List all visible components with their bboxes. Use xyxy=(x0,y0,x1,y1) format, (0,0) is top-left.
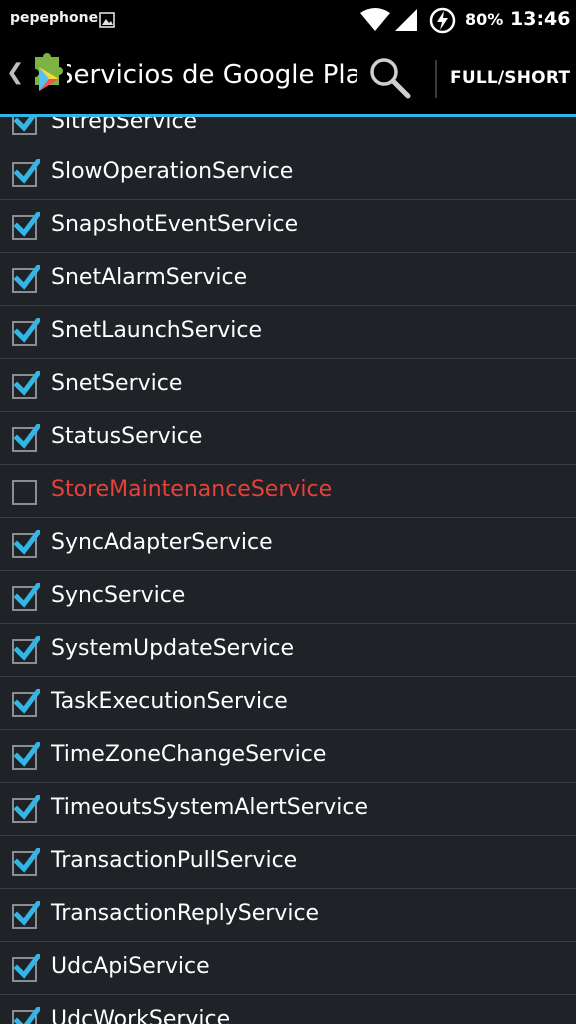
service-name: TransactionPullService xyxy=(51,848,298,873)
service-name: UdcApiService xyxy=(51,954,210,979)
service-name: SyncService xyxy=(51,583,186,608)
checkbox-checked-icon[interactable] xyxy=(12,848,40,876)
service-name: SyncAdapterService xyxy=(51,530,273,555)
service-row[interactable]: SnetAlarmService xyxy=(0,253,576,306)
service-name: TimeZoneChangeService xyxy=(51,742,327,767)
checkbox-checked-icon[interactable] xyxy=(12,954,40,982)
app-title: Servicios de Google Play xyxy=(67,60,357,90)
checkbox-checked-icon[interactable] xyxy=(12,212,40,240)
service-row[interactable]: SyncAdapterService xyxy=(0,518,576,571)
checkbox-checked-icon[interactable] xyxy=(12,117,40,135)
status-bar: pepephone 80% 13:46 xyxy=(0,0,576,40)
service-row[interactable]: StatusService xyxy=(0,412,576,465)
full-short-toggle-button[interactable]: FULL/SHORT xyxy=(450,68,570,88)
service-row[interactable]: UdcWorkService xyxy=(0,995,576,1024)
service-name: StoreMaintenanceService xyxy=(51,477,333,502)
service-row[interactable]: SyncService xyxy=(0,571,576,624)
action-divider xyxy=(435,60,437,98)
service-name: SnetAlarmService xyxy=(51,265,248,290)
service-row[interactable]: TaskExecutionService xyxy=(0,677,576,730)
service-name: SnapshotEventService xyxy=(51,212,299,237)
service-name: UdcWorkService xyxy=(51,1007,231,1024)
back-chevron-icon[interactable]: ❮ xyxy=(6,60,24,85)
checkbox-checked-icon[interactable] xyxy=(12,159,40,187)
app-title-container: Servicios de Google Play xyxy=(67,58,357,98)
checkbox-checked-icon[interactable] xyxy=(12,1007,40,1024)
service-row[interactable]: TransactionReplyService xyxy=(0,889,576,942)
service-name: SystemUpdateService xyxy=(51,636,295,661)
service-name: SitrepService xyxy=(51,117,198,134)
checkbox-unchecked-icon[interactable] xyxy=(12,477,40,505)
checkbox-checked-icon[interactable] xyxy=(12,318,40,346)
checkbox-checked-icon[interactable] xyxy=(12,742,40,770)
service-name: SlowOperationService xyxy=(51,159,294,184)
checkbox-checked-icon[interactable] xyxy=(12,795,40,823)
clock: 13:46 xyxy=(510,8,571,30)
service-row[interactable]: SnetService xyxy=(0,359,576,412)
battery-charging-icon xyxy=(429,7,456,34)
image-notification-icon xyxy=(99,12,115,28)
battery-percentage: 80% xyxy=(465,10,504,29)
action-bar: ❮ Servicios de Google Play FULL/SHORT xyxy=(0,40,576,114)
service-row[interactable]: SlowOperationService xyxy=(0,147,576,200)
checkbox-checked-icon[interactable] xyxy=(12,265,40,293)
service-row[interactable]: TimeoutsSystemAlertService xyxy=(0,783,576,836)
google-play-services-icon[interactable] xyxy=(25,53,67,99)
checkbox-checked-icon[interactable] xyxy=(12,689,40,717)
service-name: TaskExecutionService xyxy=(51,689,288,714)
checkbox-checked-icon[interactable] xyxy=(12,371,40,399)
cell-signal-icon xyxy=(395,9,417,31)
checkbox-checked-icon[interactable] xyxy=(12,424,40,452)
service-row[interactable]: UdcApiService xyxy=(0,942,576,995)
service-row[interactable]: SitrepService xyxy=(0,117,576,148)
service-row[interactable]: SnetLaunchService xyxy=(0,306,576,359)
service-name: StatusService xyxy=(51,424,203,449)
checkbox-checked-icon[interactable] xyxy=(12,583,40,611)
checkbox-checked-icon[interactable] xyxy=(12,901,40,929)
service-list: SitrepService SlowOperationService Snapsho… xyxy=(0,117,576,1024)
service-name: TimeoutsSystemAlertService xyxy=(51,795,369,820)
service-name: SnetLaunchService xyxy=(51,318,263,343)
service-row[interactable]: TransactionPullService xyxy=(0,836,576,889)
service-row[interactable]: StoreMaintenanceService xyxy=(0,465,576,518)
checkbox-checked-icon[interactable] xyxy=(12,530,40,558)
service-name: SnetService xyxy=(51,371,183,396)
service-row[interactable]: TimeZoneChangeService xyxy=(0,730,576,783)
service-row[interactable]: SystemUpdateService xyxy=(0,624,576,677)
wifi-icon xyxy=(360,8,390,31)
service-name: TransactionReplyService xyxy=(51,901,320,926)
carrier-name: pepephone xyxy=(10,10,99,26)
checkbox-checked-icon[interactable] xyxy=(12,636,40,664)
service-row[interactable]: SnapshotEventService xyxy=(0,200,576,253)
search-icon[interactable] xyxy=(366,54,412,100)
